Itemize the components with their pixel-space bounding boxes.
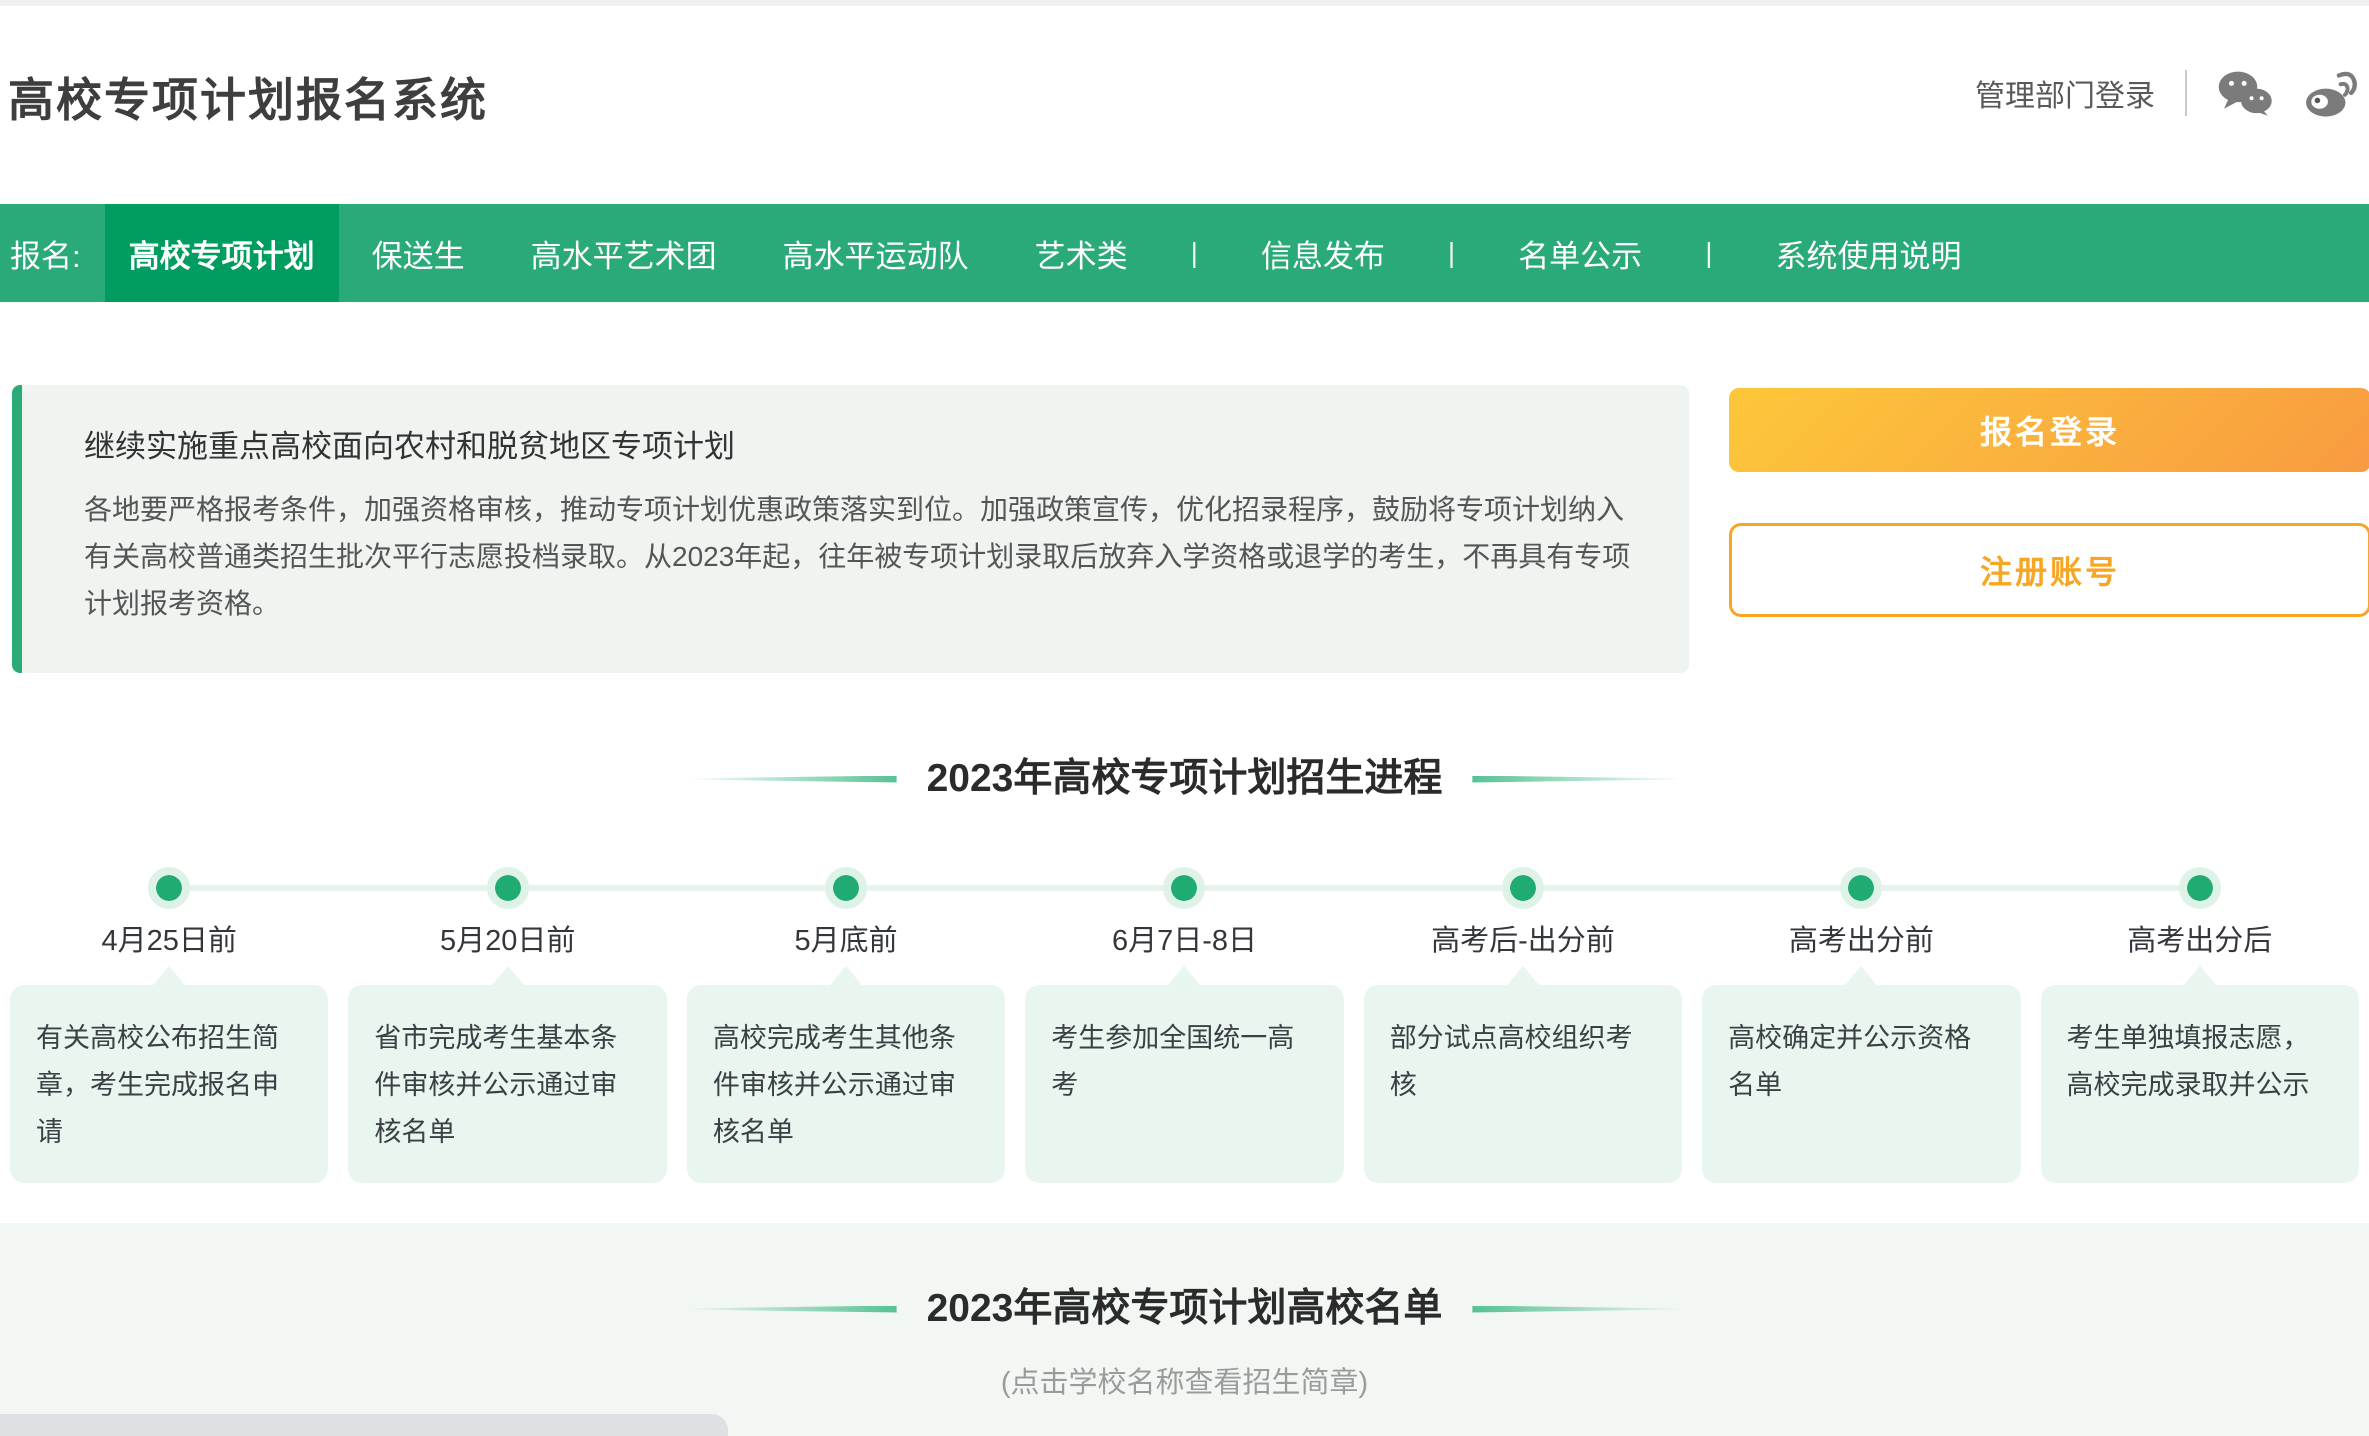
timeline-card: 考生参加全国统一高考	[1025, 985, 1343, 1183]
timeline-dot	[825, 867, 867, 909]
notice-box: 继续实施重点高校面向农村和脱贫地区专项计划 各地要严格报考条件，加强资格审核，推…	[12, 385, 1689, 673]
timeline-section: 2023年高校专项计划招生进程 4月25日前 有关高校公布招生简章，考生完成报名…	[0, 675, 2369, 1223]
timeline-dot	[2179, 867, 2221, 909]
main-nav: 报名: 高校专项计划 保送生 高水平艺术团 高水平运动队 艺术类 | 信息发布 …	[0, 204, 2369, 302]
timeline-date: 高考出分后	[2127, 917, 2272, 959]
nav-link-xinxifabu[interactable]: 信息发布	[1228, 204, 1418, 302]
schools-subtitle: (点击学校名称查看招生简章)	[0, 1359, 2369, 1401]
timeline-card: 有关高校公布招生简章，考生完成报名申请	[10, 985, 328, 1183]
timeline-dot	[487, 867, 529, 909]
login-button[interactable]: 报名登录	[1729, 388, 2369, 472]
timeline-card: 考生单独填报志愿，高校完成录取并公示	[2041, 985, 2359, 1183]
header-right: 管理部门登录	[1975, 68, 2359, 118]
schools-title-row: 2023年高校专项计划高校名单	[0, 1285, 2369, 1333]
timeline-item: 高考出分前 高校确定并公示资格名单	[1692, 867, 2030, 1183]
timeline-item: 5月底前 高校完成考生其他条件审核并公示通过审核名单	[677, 867, 1015, 1183]
timeline-card: 高校确定并公示资格名单	[1702, 985, 2020, 1183]
nav-tab-yundongdui[interactable]: 高水平运动队	[750, 204, 1002, 302]
timeline-date: 5月底前	[794, 917, 897, 959]
timeline-card: 高校完成考生其他条件审核并公示通过审核名单	[687, 985, 1005, 1183]
nav-link-mingdangongshi[interactable]: 名单公示	[1485, 204, 1675, 302]
timeline-date: 6月7日-8日	[1112, 917, 1257, 959]
weibo-icon[interactable]	[2303, 68, 2359, 118]
page: 高校专项计划报名系统 管理部门登录	[0, 0, 2369, 1436]
timeline-dot	[1840, 867, 1882, 909]
timeline-dot	[148, 867, 190, 909]
timeline-item: 4月25日前 有关高校公布招生简章，考生完成报名申请	[0, 867, 338, 1183]
nav-tab-gaoxiao-zhuanxiang[interactable]: 高校专项计划	[105, 204, 339, 302]
timeline-section-title: 2023年高校专项计划招生进程	[927, 755, 1443, 803]
schools-section-title: 2023年高校专项计划高校名单	[927, 1285, 1443, 1333]
nav-tab-baosongsheng[interactable]: 保送生	[339, 204, 498, 302]
header-divider	[2185, 70, 2187, 116]
notice-body: 各地要严格报考条件，加强资格审核，推动专项计划优惠政策落实到位。加强政策宣传，优…	[84, 486, 1632, 627]
timeline: 4月25日前 有关高校公布招生简章，考生完成报名申请 5月20日前 省市完成考生…	[0, 867, 2369, 1183]
timeline-item: 6月7日-8日 考生参加全国统一高考	[1015, 867, 1353, 1183]
wechat-icon[interactable]	[2217, 68, 2273, 118]
schools-section: 2023年高校专项计划高校名单 (点击学校名称查看招生简章)	[0, 1223, 2369, 1436]
nav-separator: |	[1675, 237, 1742, 269]
school-list-tab-strip[interactable]	[0, 1414, 728, 1436]
admin-login-link[interactable]: 管理部门登录	[1975, 71, 2155, 115]
timeline-card: 省市完成考生基本条件审核并公示通过审核名单	[348, 985, 666, 1183]
timeline-card: 部分试点高校组织考核	[1364, 985, 1682, 1183]
nav-tab-yishulei[interactable]: 艺术类	[1002, 204, 1161, 302]
timeline-item: 高考出分后 考生单独填报志愿，高校完成录取并公示	[2031, 867, 2369, 1183]
main-content: 继续实施重点高校面向农村和脱贫地区专项计划 各地要严格报考条件，加强资格审核，推…	[0, 385, 2369, 1223]
timeline-date: 高考后-出分前	[1431, 917, 1615, 959]
notice-title: 继续实施重点高校面向农村和脱贫地区专项计划	[84, 421, 1629, 466]
nav-separator: |	[1418, 237, 1485, 269]
timeline-date: 高考出分前	[1789, 917, 1934, 959]
timeline-item: 高考后-出分前 部分试点高校组织考核	[1354, 867, 1692, 1183]
timeline-title-row: 2023年高校专项计划招生进程	[0, 755, 2369, 803]
title-flank-line	[692, 776, 897, 783]
title-flank-line	[692, 1306, 897, 1313]
register-button[interactable]: 注册账号	[1729, 523, 2369, 617]
header: 高校专项计划报名系统 管理部门登录	[0, 6, 2369, 204]
timeline-item: 5月20日前 省市完成考生基本条件审核并公示通过审核名单	[338, 867, 676, 1183]
title-flank-line	[1472, 1306, 1677, 1313]
timeline-dot	[1163, 867, 1205, 909]
nav-separator: |	[1161, 237, 1228, 269]
nav-link-shiyongshuoming[interactable]: 系统使用说明	[1742, 204, 1994, 302]
title-flank-line	[1472, 776, 1677, 783]
nav-tab-yishutuan[interactable]: 高水平艺术团	[498, 204, 750, 302]
notice-section: 继续实施重点高校面向农村和脱贫地区专项计划 各地要严格报考条件，加强资格审核，推…	[0, 385, 2369, 675]
site-title: 高校专项计划报名系统	[8, 64, 488, 130]
timeline-date: 5月20日前	[440, 917, 575, 959]
timeline-dot	[1502, 867, 1544, 909]
nav-prefix-label: 报名:	[10, 231, 93, 276]
timeline-date: 4月25日前	[102, 917, 237, 959]
